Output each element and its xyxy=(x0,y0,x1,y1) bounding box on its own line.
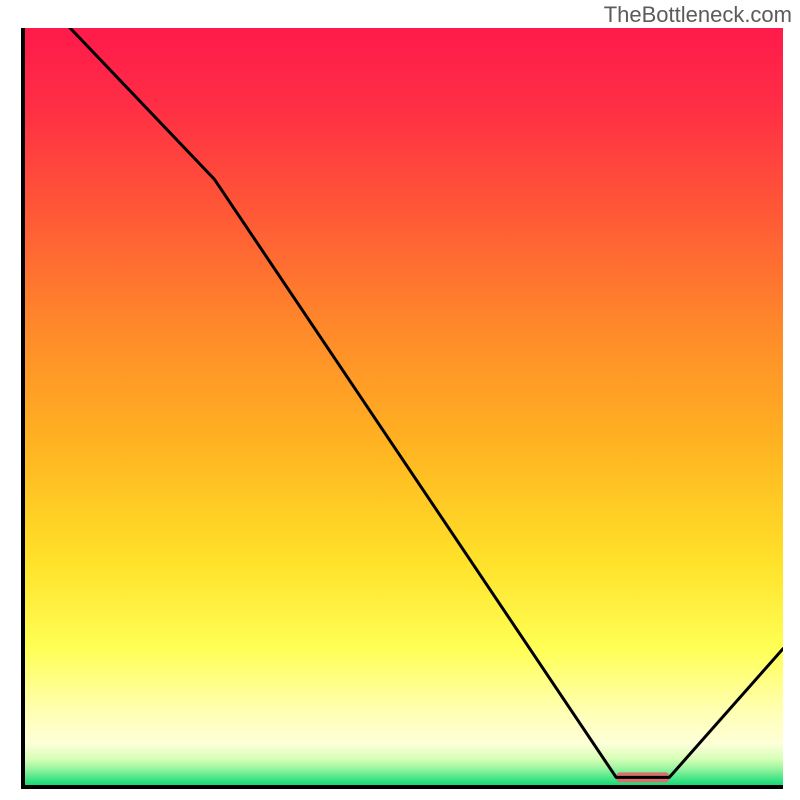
attribution-text: TheBottleneck.com xyxy=(604,2,792,28)
chart-container: TheBottleneck.com xyxy=(0,0,800,800)
gradient-background xyxy=(25,28,783,785)
plot-area xyxy=(21,28,783,789)
plot-svg xyxy=(25,28,783,785)
